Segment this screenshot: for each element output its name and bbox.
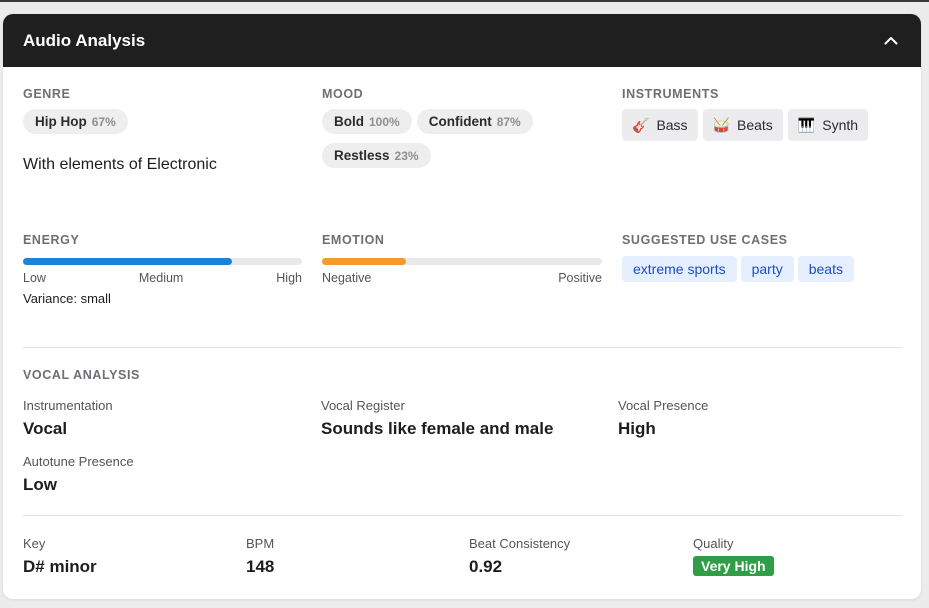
autotune-presence-key: Autotune Presence <box>23 454 134 469</box>
emotion-label: EMOTION <box>322 233 385 247</box>
divider <box>23 515 902 516</box>
emotion-bar-fill <box>322 258 406 265</box>
stat-quality: Quality Very High <box>693 536 774 576</box>
vocal-instrumentation-value: Vocal <box>23 419 68 438</box>
emotion-scale: Negative Positive <box>322 271 602 285</box>
vocal-register-key: Vocal Register <box>321 398 405 413</box>
genre-pct: 67% <box>91 114 116 129</box>
audio-analysis-card: Audio Analysis GENRE Hip Hop 67% With el… <box>3 14 921 599</box>
card-title: Audio Analysis <box>23 30 146 50</box>
mood-pill: Confident 87% <box>416 109 533 134</box>
autotune-presence: Autotune Presence Low <box>23 454 134 495</box>
genre-section: GENRE Hip Hop 67% With elements of Elect… <box>23 87 303 174</box>
instruments-label: INSTRUMENTS <box>622 87 719 101</box>
emotion-section: EMOTION Negative Positive <box>322 233 602 285</box>
instrument-name: Synth <box>822 117 859 133</box>
vocal-presence: Vocal Presence High <box>618 398 708 439</box>
vocal-instrumentation: Instrumentation Vocal <box>23 398 113 439</box>
vocal-presence-key: Vocal Presence <box>618 398 709 413</box>
stat-key-value: D# minor <box>23 557 97 576</box>
genre-pill: Hip Hop 67% <box>23 109 128 134</box>
stat-bpm-label: BPM <box>246 536 275 551</box>
mood-pill: Bold 100% <box>322 109 412 134</box>
genre-label: GENRE <box>23 87 71 101</box>
mood-pills: Bold 100% Confident 87% Restless 23% <box>322 109 562 168</box>
mood-pct: 23% <box>394 148 419 163</box>
energy-scale: Low Medium High <box>23 271 302 285</box>
genre-elements-text: With elements of Electronic <box>23 156 217 173</box>
energy-label: ENERGY <box>23 233 80 247</box>
mood-pct: 100% <box>369 114 400 129</box>
instrument-name: Beats <box>737 117 773 133</box>
instrument-item-beats: 🥁 Beats <box>702 109 783 141</box>
instrument-list: 🎸 Bass 🥁 Beats 🎹 Synth <box>622 109 912 141</box>
mood-label: MOOD <box>322 87 364 101</box>
stat-bpm: BPM 148 <box>246 536 274 577</box>
stat-beat-consistency-value: 0.92 <box>469 557 503 576</box>
stat-beat-consistency: Beat Consistency 0.92 <box>469 536 570 577</box>
mood-pct: 87% <box>496 114 521 129</box>
use-case-tag[interactable]: extreme sports <box>622 256 737 282</box>
mood-section: MOOD Bold 100% Confident 87% Restless 23… <box>322 87 612 168</box>
stat-key: Key D# minor <box>23 536 97 577</box>
use-case-tag[interactable]: party <box>740 256 794 282</box>
stat-key-label: Key <box>23 536 46 551</box>
chevron-up-icon[interactable] <box>881 31 901 51</box>
vocal-instrumentation-key: Instrumentation <box>23 398 113 413</box>
energy-scale-medium: Medium <box>138 271 184 285</box>
mood-name: Restless <box>334 148 390 163</box>
keyboard-icon: 🎹 <box>797 116 816 133</box>
guitar-icon: 🎸 <box>632 116 650 133</box>
instruments-section: INSTRUMENTS 🎸 Bass 🥁 Beats 🎹 Synth <box>622 87 912 141</box>
use-cases-label: SUGGESTED USE CASES <box>622 233 788 247</box>
stat-bpm-value: 148 <box>246 557 275 576</box>
vocal-analysis-label: VOCAL ANALYSIS <box>23 368 140 382</box>
instrument-item-bass: 🎸 Bass <box>622 109 698 141</box>
autotune-presence-value: Low <box>23 475 57 494</box>
vocal-register: Vocal Register Sounds like female and ma… <box>321 398 553 439</box>
mood-pill: Restless 23% <box>322 143 431 168</box>
mood-name: Confident <box>428 114 492 129</box>
energy-section: ENERGY Low Medium High Variance: small <box>23 233 302 306</box>
genre-name: Hip Hop <box>35 114 87 129</box>
genre-pills: Hip Hop 67% <box>23 109 303 134</box>
energy-variance: Variance: small <box>23 291 111 306</box>
card-header[interactable]: Audio Analysis <box>3 14 921 67</box>
divider <box>23 347 902 348</box>
instrument-item-synth: 🎹 Synth <box>787 109 869 141</box>
quality-badge: Very High <box>693 556 774 576</box>
vocal-register-value: Sounds like female and male <box>321 419 554 438</box>
emotion-scale-negative: Negative <box>322 271 372 285</box>
use-cases-section: SUGGESTED USE CASES extreme sports party b… <box>622 233 912 282</box>
energy-bar <box>23 258 302 265</box>
energy-scale-low: Low <box>23 271 46 285</box>
window-top-edge <box>0 0 929 2</box>
instrument-name: Bass <box>656 117 688 133</box>
emotion-bar <box>322 258 602 265</box>
stat-quality-label: Quality <box>693 536 734 551</box>
mood-name: Bold <box>334 114 364 129</box>
use-case-tag[interactable]: beats <box>797 256 854 282</box>
drum-icon: 🥁 <box>712 116 730 133</box>
stat-beat-consistency-label: Beat Consistency <box>469 536 571 551</box>
emotion-scale-positive: Positive <box>558 271 602 285</box>
use-case-tags: extreme sports party beats <box>622 256 912 282</box>
energy-bar-fill <box>23 258 233 265</box>
energy-scale-high: High <box>276 271 302 285</box>
vocal-presence-value: High <box>618 419 656 438</box>
